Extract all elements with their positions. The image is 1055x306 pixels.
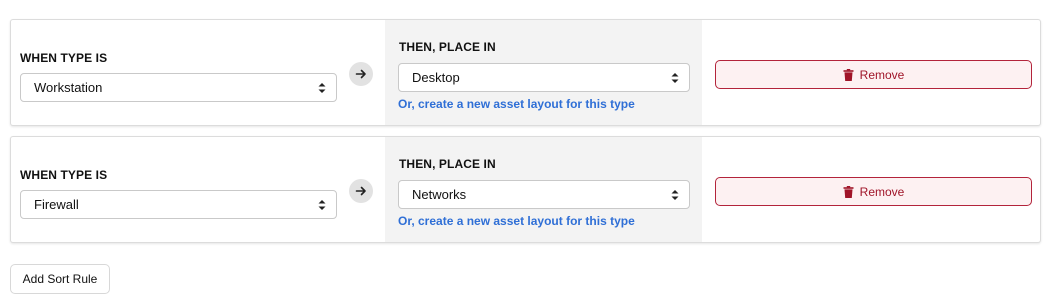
sort-rule: WHEN TYPE IS Firewall THEN, PLACE IN Net… [10,136,1041,243]
arrow-right-icon [349,179,373,203]
sort-rules-list: WHEN TYPE IS Workstation THEN, PLACE IN … [10,19,1041,253]
when-column: WHEN TYPE IS Workstation [20,20,346,125]
sort-rule: WHEN TYPE IS Workstation THEN, PLACE IN … [10,19,1041,126]
then-place-select[interactable]: Networks [398,180,690,209]
chevron-updown-icon [671,189,679,200]
remove-button-label: Remove [859,67,905,82]
add-sort-rule-button[interactable]: Add Sort Rule [10,264,110,294]
then-place-value: Desktop [412,70,460,85]
when-type-select[interactable]: Workstation [20,73,337,102]
when-type-select[interactable]: Firewall [20,190,337,219]
arrow-right-icon [349,62,373,86]
remove-button-label: Remove [859,184,905,199]
when-type-label: WHEN TYPE IS [20,168,108,182]
then-column: THEN, PLACE IN Desktop Or, create a new … [385,20,702,125]
create-asset-layout-link[interactable]: Or, create a new asset layout for this t… [398,97,635,111]
when-type-label: WHEN TYPE IS [20,51,108,65]
then-place-select[interactable]: Desktop [398,63,690,92]
chevron-updown-icon [671,72,679,83]
when-type-value: Firewall [34,197,79,212]
then-place-value: Networks [412,187,467,202]
remove-button[interactable]: Remove [715,177,1032,206]
create-asset-layout-link[interactable]: Or, create a new asset layout for this t… [398,214,635,228]
trash-icon [843,185,854,198]
then-place-label: THEN, PLACE IN [399,157,496,171]
chevron-updown-icon [318,199,326,210]
then-place-label: THEN, PLACE IN [399,40,496,54]
when-column: WHEN TYPE IS Firewall [20,137,346,242]
remove-button[interactable]: Remove [715,60,1032,89]
chevron-updown-icon [318,82,326,93]
then-column: THEN, PLACE IN Networks Or, create a new… [385,137,702,242]
trash-icon [843,68,854,81]
when-type-value: Workstation [34,80,103,95]
